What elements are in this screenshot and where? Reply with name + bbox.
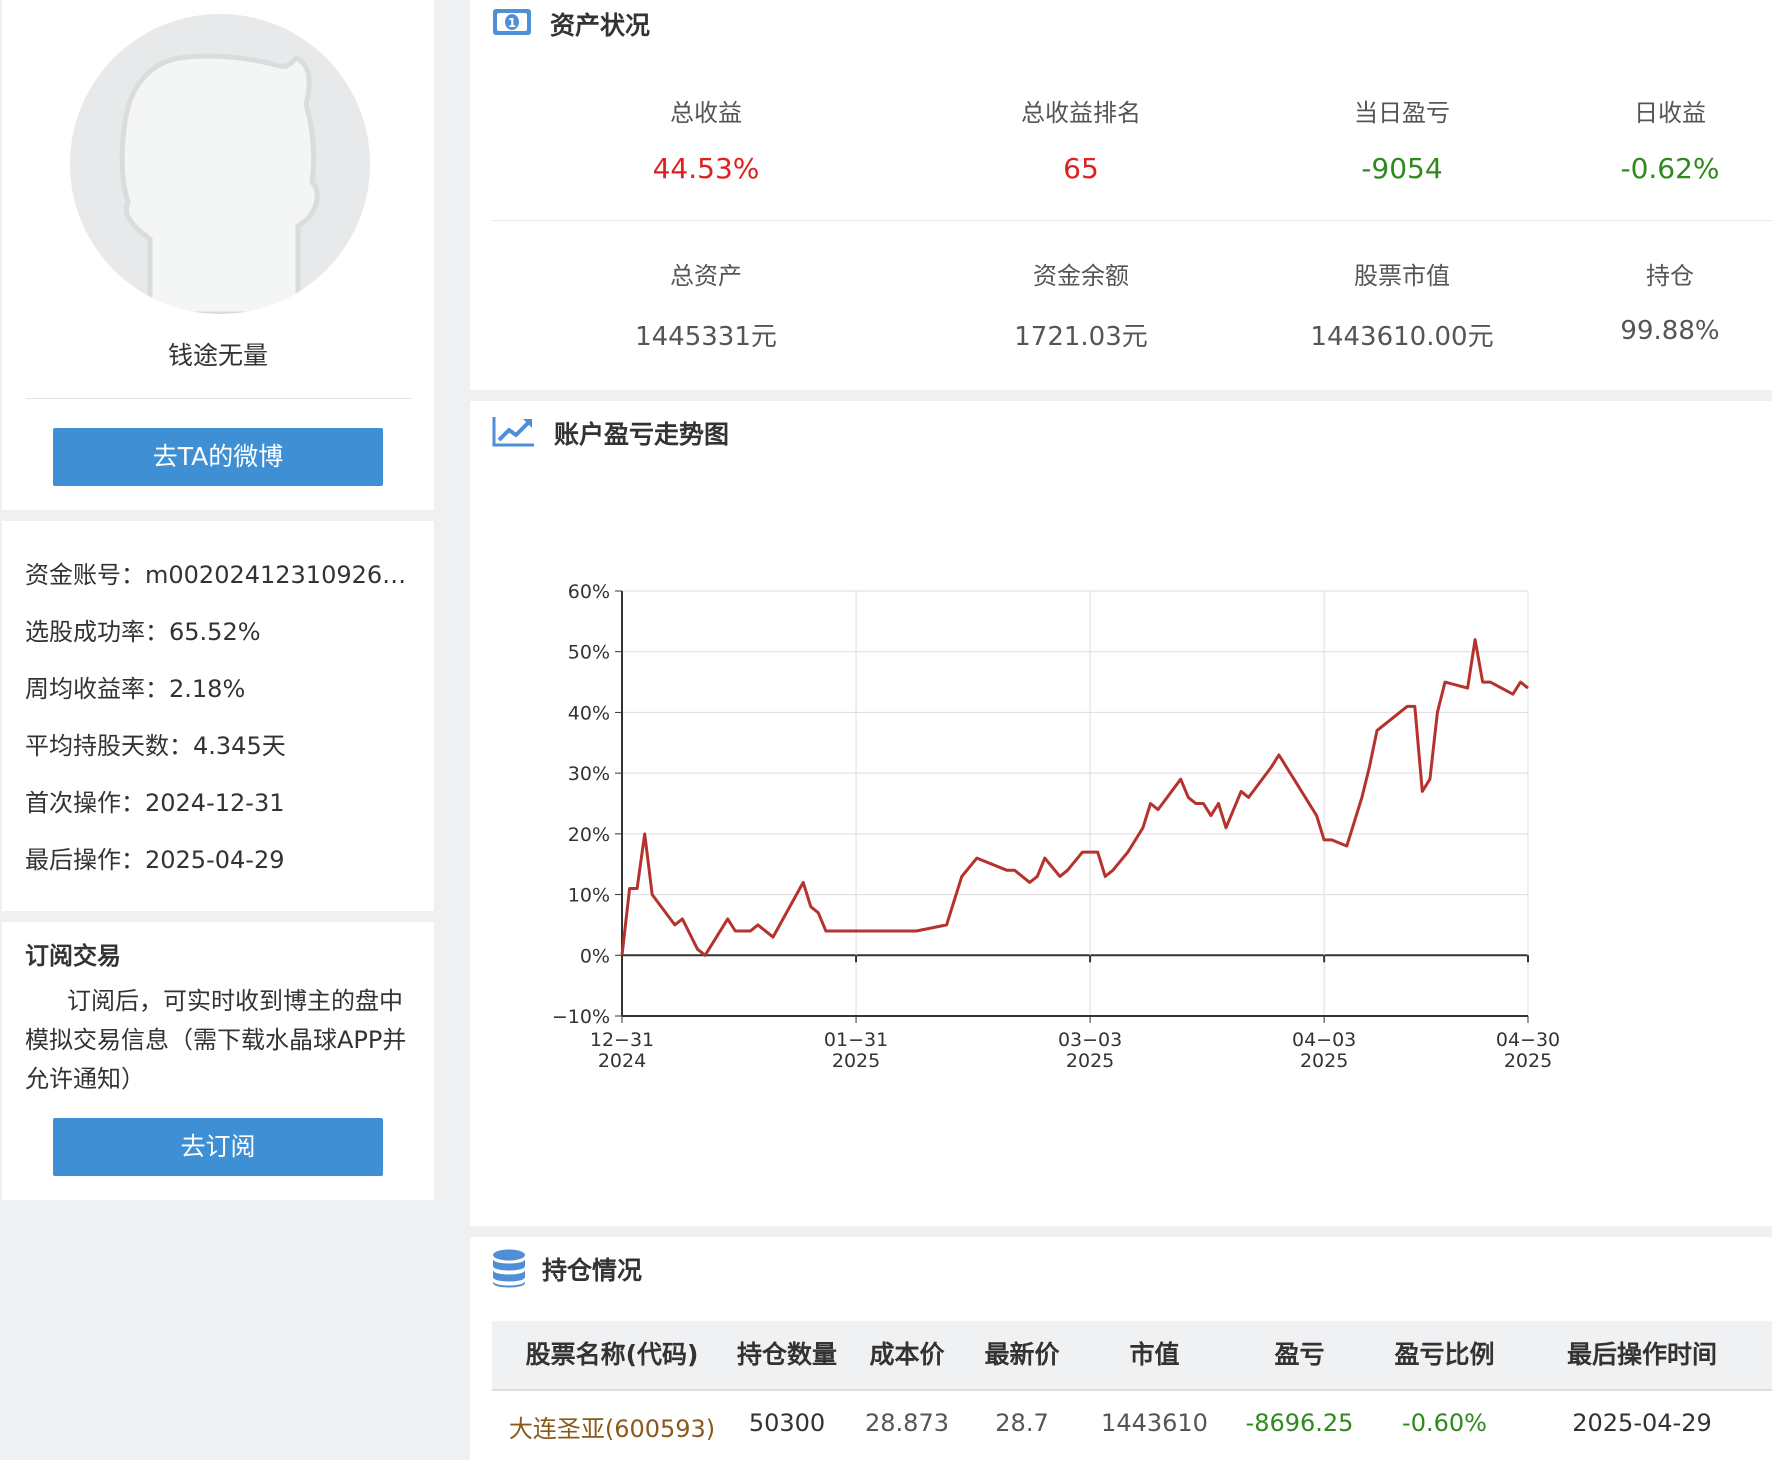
database-icon [493,1249,525,1288]
pl-trend-chart[interactable]: −10%0%10%20%30%40%50%60%12−31202401−3120… [470,401,1772,1226]
username: 钱途无量 [167,341,268,370]
x-tick-year-label: 2025 [1300,1050,1348,1072]
x-tick-label: 04−30 [1496,1029,1560,1051]
y-tick-label: 30% [568,763,610,785]
assets-card: 1 资产状况 总收益 44.53% 总收益排名 65 当日盈亏 -9054 日收… [470,0,1772,390]
series-line[interactable] [620,638,1529,957]
metric-value-cash-balance: 1721.03元 [1014,322,1148,352]
pl-trend-card: 账户盈亏走势图 −10% 0% 10% 20% 30% 40% 50% 60% 12−31 202… [470,401,1772,1226]
holdings-card: 持仓情况 股票名称(代码) 持仓数量 成本价 最新价 市值 盈亏 盈亏比例 最后… [470,1237,1772,1460]
col-stock-name[interactable]: 股票名称(代码) [502,1321,722,1389]
metric-label-cash-balance: 资金余额 [1033,262,1129,290]
metric-value-total-assets: 1445331元 [635,322,777,352]
default-avatar-icon [70,14,370,314]
col-cost-price[interactable]: 成本价 [852,1321,962,1389]
stat-weekly-return: 周均收益率：2.18% [25,675,246,703]
subscribe-button[interactable]: 去订阅 [53,1118,383,1176]
subscribe-description: 订阅后，可实时收到博主的盘中模拟交易信息（需下载水晶球APP并允许通知） [25,987,407,1093]
account-stats-card: 资金账号：m002024123109265... 选股成功率：65.52% 周均… [2,521,434,911]
cell-market-value: 1443610 [1101,1409,1208,1437]
cell-quantity: 50300 [748,1409,826,1437]
x-tick-label: 01−31 [824,1029,888,1051]
stat-label: 资金账号 [25,561,121,589]
col-pl-ratio[interactable]: 盈亏比例 [1372,1321,1517,1389]
col-last-operation-time[interactable]: 最后操作时间 [1517,1321,1767,1389]
col-pl[interactable]: 盈亏 [1227,1321,1372,1389]
stat-fund-account: 资金账号：m002024123109265... [25,555,415,590]
svg-text:1: 1 [508,16,516,30]
metric-value-rank: 65 [1063,152,1099,185]
x-tick-label: 03−03 [1058,1029,1122,1051]
x-tick-label: 04−03 [1292,1029,1356,1051]
stat-value: 4.345天 [193,732,286,760]
avatar[interactable] [70,14,370,314]
cell-last-operation-time: 2025-04-29 [1572,1409,1712,1437]
metric-value-daily-return: -0.62% [1620,152,1720,185]
stat-label: 平均持股天数 [25,732,169,760]
metric-label-position: 持仓 [1646,262,1694,290]
cell-pl-ratio: -0.60% [1402,1409,1487,1437]
stat-value: 2024-12-31 [145,789,285,817]
x-tick-year-label: 2024 [598,1050,646,1072]
metric-label-daily-return: 日收益 [1634,99,1706,127]
assets-title: 资产状况 [550,11,651,40]
y-tick-label: 50% [568,642,610,664]
holdings-table-header: 股票名称(代码) 持仓数量 成本价 最新价 市值 盈亏 盈亏比例 最后操作时间 [492,1321,1772,1391]
stat-value: m002024123109265... [145,561,415,589]
stat-success-rate: 选股成功率：65.52% [25,618,261,646]
metric-label-total-assets: 总资产 [670,262,742,290]
divider [492,220,1772,221]
stat-label: 周均收益率 [25,675,145,703]
y-tick-label: 10% [568,885,610,907]
holdings-title: 持仓情况 [542,1256,643,1285]
stat-value: 2.18% [169,675,246,703]
metric-value-stock-value: 1443610.00元 [1310,322,1494,352]
stat-label: 最后操作 [25,846,121,874]
x-tick-year-label: 2025 [1066,1050,1114,1072]
stat-last-operation: 最后操作：2025-04-29 [25,846,285,874]
money-bill-icon: 1 [493,9,531,35]
x-tick-year-label: 2025 [832,1050,880,1072]
y-tick-label: 60% [568,581,610,603]
metric-value-position: 99.88% [1620,316,1720,346]
cell-pl: -8696.25 [1245,1409,1354,1437]
x-tick-year-label: 2025 [1504,1050,1552,1072]
stat-value: 2025-04-29 [145,846,285,874]
divider [26,398,412,399]
cell-latest-price: 28.7 [995,1409,1049,1437]
col-latest-price[interactable]: 最新价 [962,1321,1082,1389]
metric-value-total-return: 44.53% [652,152,760,185]
stat-avg-holding-days: 平均持股天数：4.345天 [25,732,286,760]
y-tick-label: 20% [568,824,610,846]
subscribe-card: 订阅交易 订阅后，可实时收到博主的盘中模拟交易信息（需下载水晶球APP并允许通知… [2,922,434,1200]
stat-label: 选股成功率 [25,618,145,646]
subscribe-title: 订阅交易 [25,942,121,970]
metric-label-daily-pl: 当日盈亏 [1354,99,1450,127]
go-to-weibo-button[interactable]: 去TA的微博 [53,428,383,486]
y-tick-label: 0% [580,945,610,967]
metric-label-rank: 总收益排名 [1021,99,1141,127]
y-tick-label: −10% [552,1006,610,1028]
stat-first-operation: 首次操作：2024-12-31 [25,789,285,817]
metric-label-stock-value: 股票市值 [1354,262,1450,290]
x-tick-label: 12−31 [590,1029,654,1051]
col-quantity[interactable]: 持仓数量 [722,1321,852,1389]
col-market-value[interactable]: 市值 [1082,1321,1227,1389]
metric-label-total-return: 总收益 [670,99,742,127]
profile-card: 钱途无量 去TA的微博 [2,0,434,510]
stat-label: 首次操作 [25,789,121,817]
y-tick-label: 40% [568,702,610,724]
metric-value-daily-pl: -9054 [1361,152,1443,185]
stat-value: 65.52% [169,618,261,646]
cell-cost-price: 28.873 [865,1409,949,1437]
stock-name-link[interactable]: 大连圣亚(600593) [502,1409,722,1444]
